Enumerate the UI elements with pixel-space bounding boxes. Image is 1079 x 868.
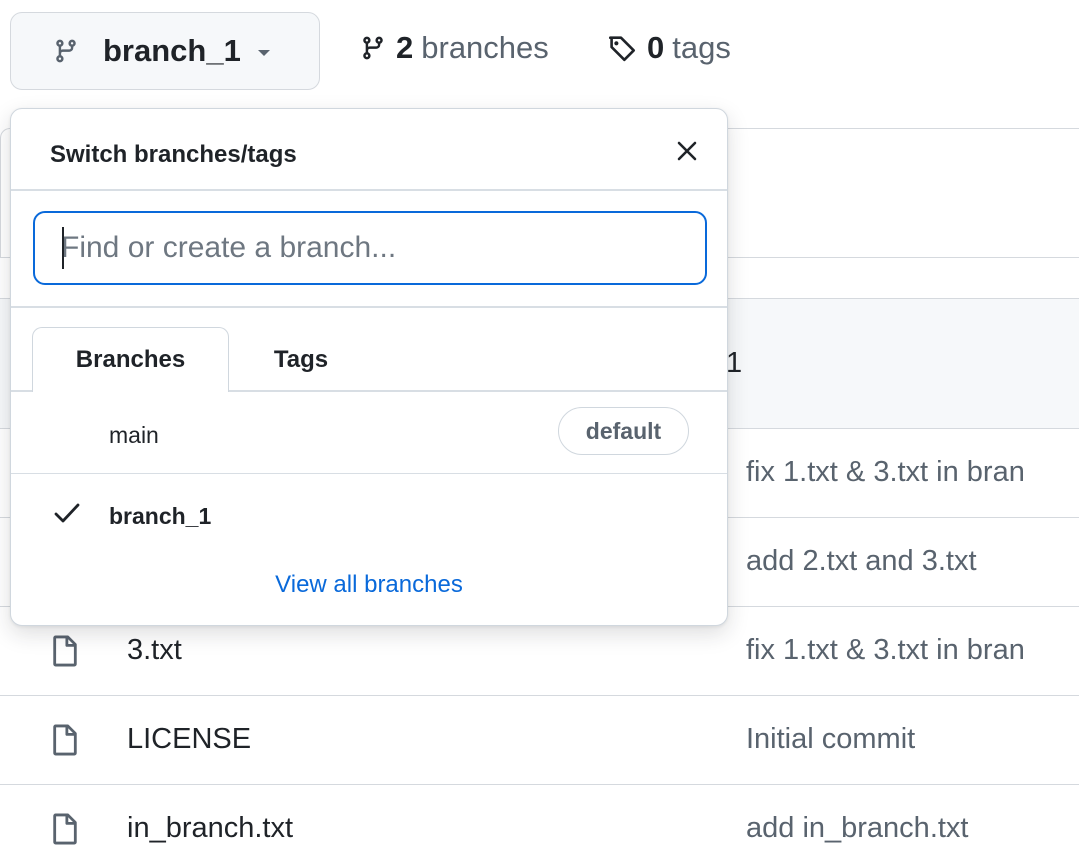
check-icon [53,501,81,525]
branch-item-main[interactable]: main default [11,392,727,474]
commit-message[interactable]: fix 1.txt & 3.txt in bran [746,634,1025,667]
tags-count: 0 [647,30,665,65]
commit-message[interactable]: fix 1.txt & 3.txt in bran [746,456,1025,489]
table-row[interactable]: in_branch.txt add in_branch.txt [0,784,1079,868]
tags-label: tags [672,30,731,65]
tab-tags[interactable]: Tags [241,327,361,392]
branch-switcher-dropdown: Switch branches/tags Branches Tags main … [10,108,728,626]
branch-item-branch-1[interactable]: branch_1 [11,475,727,557]
dropdown-title: Switch branches/tags [50,141,297,168]
tag-icon [607,33,637,63]
git-branch-icon [53,35,79,67]
file-icon [50,723,80,757]
branches-count: 2 [396,30,414,65]
default-badge: default [558,407,689,455]
file-name[interactable]: in_branch.txt [127,812,293,845]
branch-search-input[interactable] [33,211,707,285]
caret-down-icon [257,48,271,58]
table-row[interactable]: LICENSE Initial commit [0,695,1079,784]
tags-count-link[interactable]: 0 tags [607,30,731,66]
branch-item-label: branch_1 [109,503,212,529]
text-cursor [62,227,64,269]
branch-select-button[interactable]: branch_1 [10,12,320,90]
git-branch-icon [360,33,386,63]
view-all-branches-link[interactable]: View all branches [11,571,727,599]
commit-message[interactable]: add in_branch.txt [746,812,968,845]
tab-branches[interactable]: Branches [32,327,229,392]
divider [11,306,727,308]
commit-message[interactable]: add 2.txt and 3.txt [746,545,977,578]
latest-commit-text: 1 [726,347,743,379]
file-name[interactable]: 3.txt [127,634,182,667]
branches-count-link[interactable]: 2 branches [360,30,549,66]
file-icon [50,812,80,846]
branches-label: branches [421,30,549,65]
divider [11,189,727,191]
close-icon[interactable] [675,139,699,163]
file-icon [50,634,80,668]
branch-item-label: main [109,422,159,448]
current-branch-name: branch_1 [103,33,241,68]
commit-message[interactable]: Initial commit [746,723,915,756]
file-name[interactable]: LICENSE [127,723,251,756]
